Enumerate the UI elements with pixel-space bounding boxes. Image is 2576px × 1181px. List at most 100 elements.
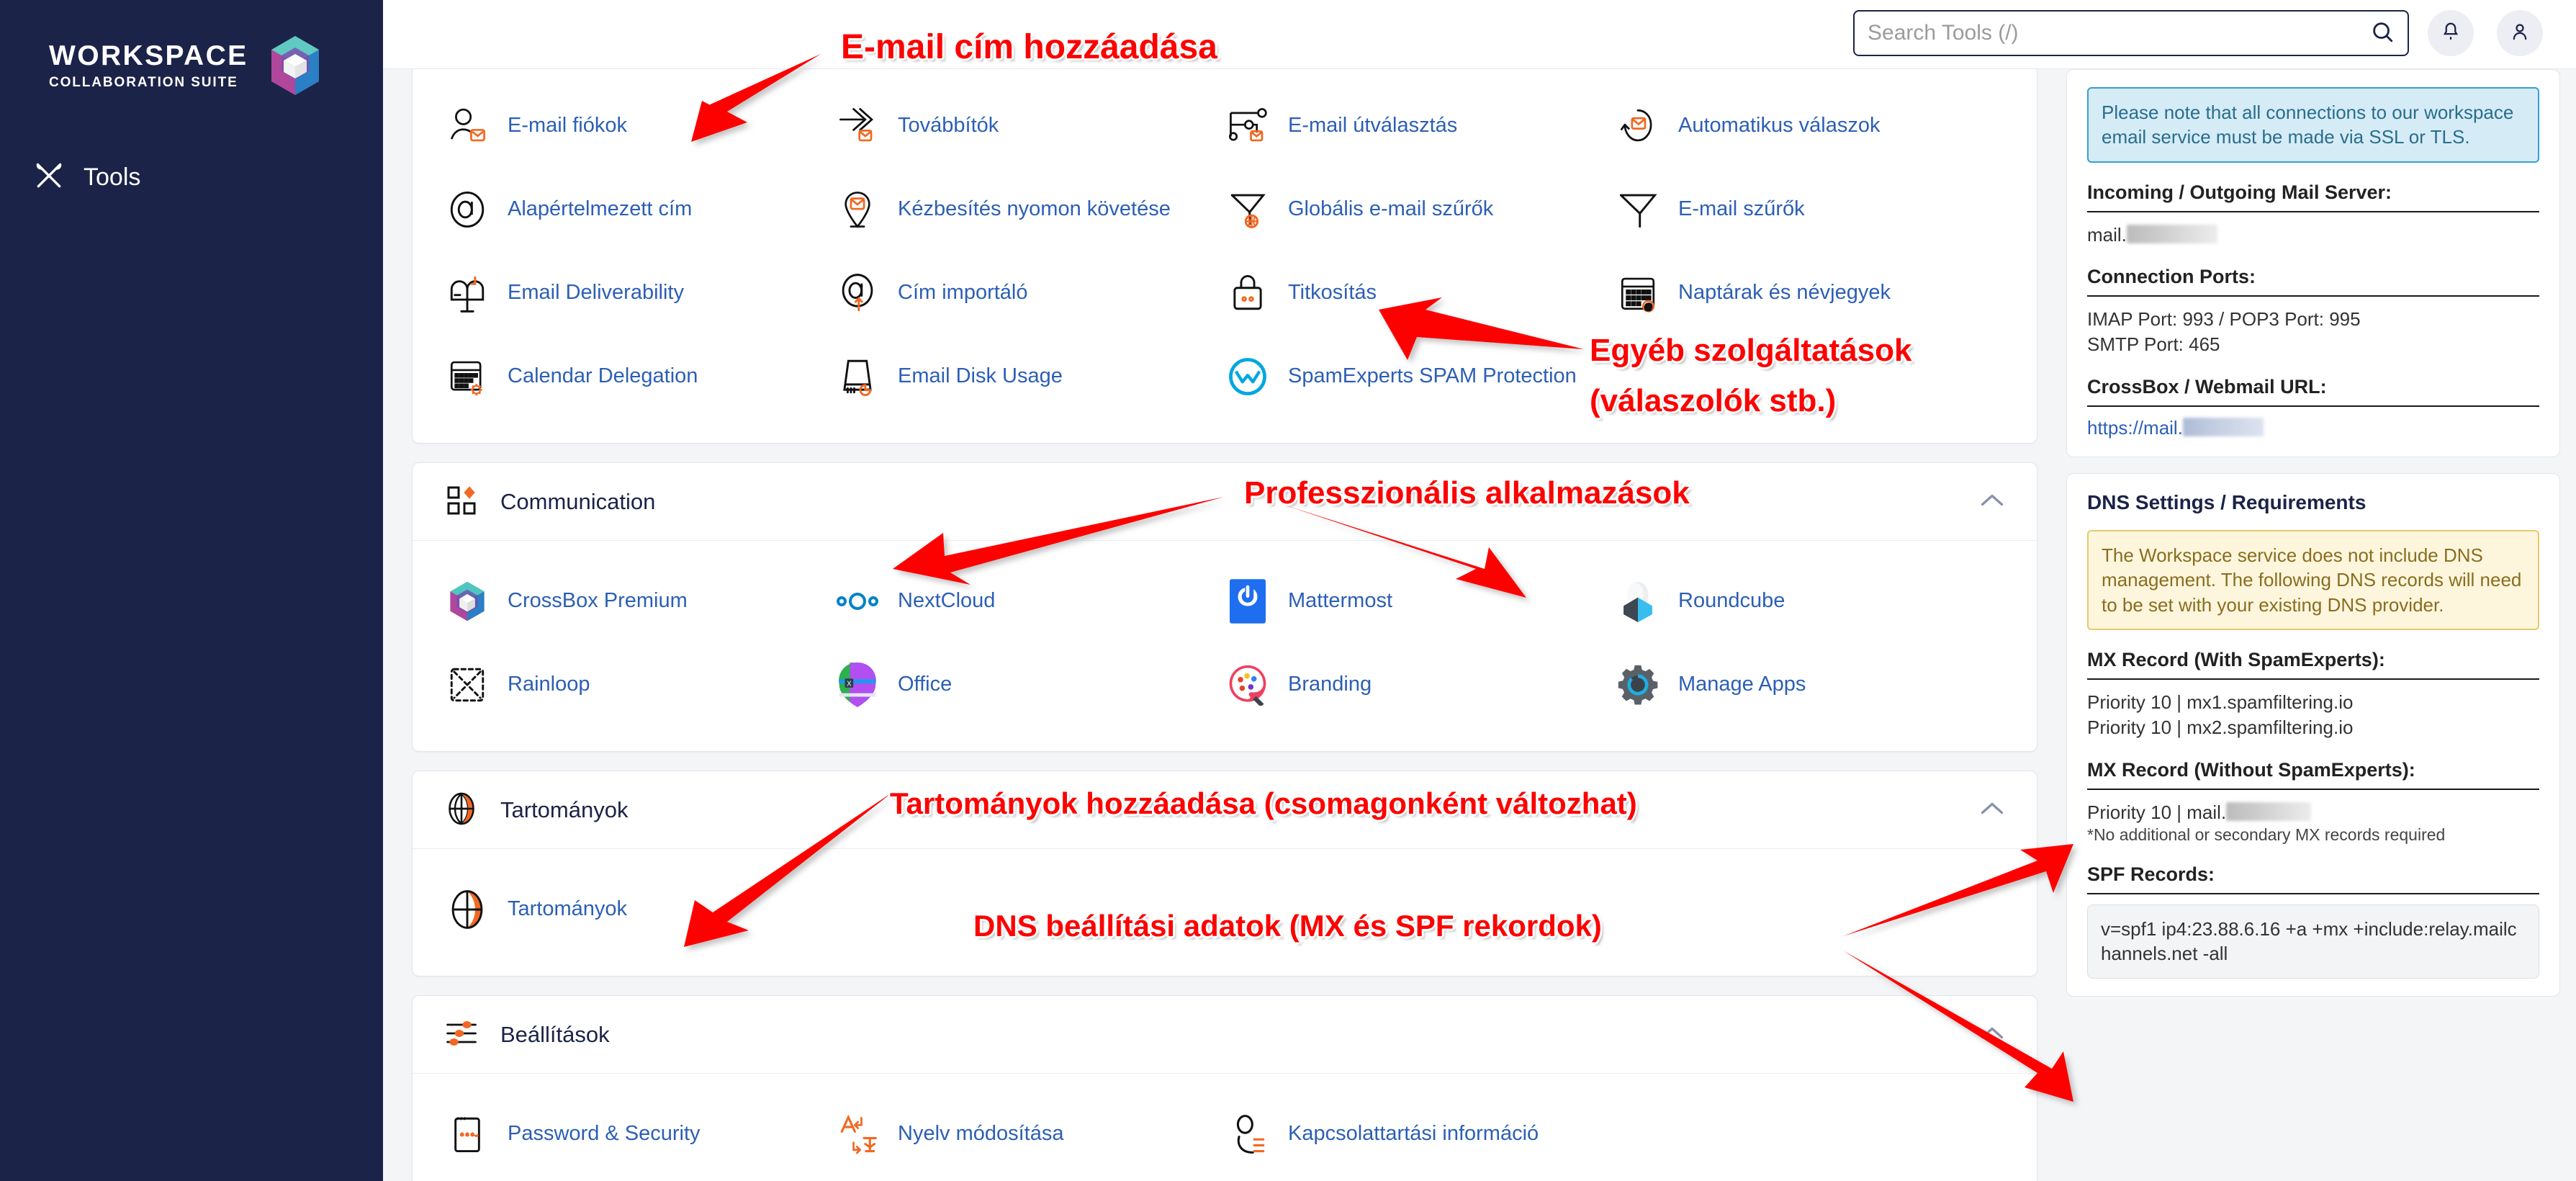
tile-address-importer[interactable]: Cím importáló [834,251,1225,335]
calendar-contacts-icon: @ [1615,270,1661,316]
tile-calendars-contacts[interactable]: @ Naptárak és névjegyek [1615,251,2005,335]
sidebar-item-tools[interactable]: Tools [33,160,140,195]
ports-line-1: IMAP Port: 993 / POP3 Port: 995 [2087,308,2361,331]
tile-autoresponders[interactable]: Automatikus válaszok [1615,84,2005,168]
tile-label: Mattermost [1288,589,1393,613]
chevron-up-icon[interactable] [1979,492,2005,511]
search-input[interactable] [1868,21,2370,45]
search-icon[interactable] [2370,19,2395,48]
tile-label: Email Deliverability [508,281,684,305]
tile-forwarders[interactable]: Továbbítók [834,84,1225,168]
mx-without-note: *No additional or secondary MX records r… [2087,825,2446,844]
mailbox-icon [444,270,490,316]
tile-email-accounts[interactable]: E-mail fiókok [444,84,834,168]
chevron-up-icon[interactable] [1979,800,2005,819]
divider [2087,678,2539,681]
tile-track-delivery[interactable]: Kézbesítés nyomon követése [834,168,1225,251]
mail-server-value: mail. [2087,223,2127,246]
tile-label: Branding [1288,673,1372,696]
workspace-cube-logo-icon [267,35,323,96]
spamexperts-icon [1225,354,1271,400]
filter-icon [1615,187,1661,233]
redacted-domain [2182,418,2264,437]
search-box[interactable] [1853,10,2409,56]
dns-title: DNS Settings / Requirements [2087,491,2366,514]
track-delivery-icon [834,187,881,233]
forward-mail-icon [834,103,881,149]
spf-record-value[interactable]: v=spf1 ip4:23.88.6.16 +a +mx +include:re… [2087,904,2539,979]
brand-subtitle: COLLABORATION SUITE [49,75,238,90]
tile-branding[interactable]: Branding [1225,643,1615,727]
globe-icon [444,791,482,829]
tile-contact-info[interactable]: Kapcsolattartási információ [1225,1092,1615,1176]
divider [2087,405,2539,408]
apps-grid-icon [444,483,482,521]
tile-label: Email Disk Usage [898,364,1063,388]
tile-label: Alapértelmezett cím [508,197,693,221]
account-button[interactable] [2497,10,2543,56]
at-sign-icon [444,187,490,233]
tile-email-routing[interactable]: E-mail útválasztás [1225,84,1615,168]
globe-icon [444,886,490,933]
section-title: Beállítások [500,1021,610,1047]
lock-icon [1225,270,1271,316]
notifications-button[interactable] [2428,10,2474,56]
section-card-communication: Communication CrossBox Premium NextCloud… [412,462,2037,752]
sliders-icon [444,1016,482,1054]
mx-without-value: Priority 10 | mail. [2087,801,2227,823]
tile-label: CrossBox Premium [508,589,688,613]
tile-change-language[interactable]: Nyelv módosítása [834,1092,1225,1176]
tile-office[interactable]: X Office [834,643,1225,727]
annotation-add-email: E-mail cím hozzáadása [841,28,1217,66]
brand-logo-block: WORKSPACE COLLABORATION SUITE [49,35,323,96]
tile-label: Password & Security [508,1122,701,1146]
roundcube-icon [1615,578,1661,624]
user-mail-icon [444,103,490,149]
divider [2087,295,2539,297]
section-title: Communication [500,488,656,514]
svg-text:@: @ [1644,302,1652,311]
annotation-professional-apps: Professzionális alkalmazások [1244,475,1690,511]
section-title: Tartományok [500,796,629,822]
tile-password-security[interactable]: Password & Security [444,1092,834,1176]
section-header-settings[interactable]: Beállítások [413,996,2037,1074]
annotation-dns-settings: DNS beállítási adatok (MX és SPF rekordo… [973,909,1602,943]
tile-mattermost[interactable]: Mattermost [1225,560,1615,643]
address-importer-icon [834,270,881,316]
section-header-communication[interactable]: Communication [413,463,2037,541]
rainloop-icon [444,662,490,708]
mx-without-value-row: Priority 10 | mail. [2087,800,2539,825]
tile-email-filters[interactable]: E-mail szűrők [1615,168,2005,251]
svg-text:X: X [847,681,852,688]
ssl-notice: Please note that all connections to our … [2087,87,2539,163]
tile-global-email-filters[interactable]: Globális e-mail szűrők [1225,168,1615,251]
webmail-url-row[interactable]: https://mail. [2087,417,2539,439]
tile-email-deliverability[interactable]: Email Deliverability [444,251,834,335]
tile-roundcube[interactable]: Roundcube [1615,560,2005,643]
mattermost-icon [1225,578,1271,624]
office-icon: X [834,662,881,708]
section-card-settings: Beállítások Password & Security Nyelv mó… [412,995,2037,1181]
tile-manage-apps[interactable]: Manage Apps [1615,643,2005,727]
tile-label: Naptárak és névjegyek [1678,281,1891,305]
right-info-panel: Please note that all connections to our … [2066,69,2576,1181]
disk-usage-icon [834,354,881,400]
tile-nextcloud[interactable]: NextCloud [834,560,1225,643]
tile-email-disk-usage[interactable]: Email Disk Usage [834,335,1225,418]
chevron-up-icon[interactable] [1979,1025,2005,1044]
tile-spamexperts[interactable]: SpamExperts SPAM Protection [1225,335,1615,418]
tile-label: Automatikus válaszok [1678,114,1881,138]
tile-rainloop[interactable]: Rainloop [444,643,834,727]
tile-crossbox-premium[interactable]: CrossBox Premium [444,560,834,643]
tile-label: Továbbítók [898,114,999,138]
tile-encryption[interactable]: Titkosítás [1225,251,1615,335]
tile-label: Calendar Delegation [508,364,698,388]
tile-label: Roundcube [1678,589,1785,613]
brand-text: WORKSPACE COLLABORATION SUITE [49,42,248,89]
tile-label: Titkosítás [1288,281,1377,305]
tile-domains[interactable]: Tartományok [444,868,834,951]
tile-default-address[interactable]: Alapértelmezett cím [444,168,834,251]
calendar-gear-icon [444,354,490,400]
tile-label: Tartományok [508,897,628,921]
tile-calendar-delegation[interactable]: Calendar Delegation [444,335,834,418]
